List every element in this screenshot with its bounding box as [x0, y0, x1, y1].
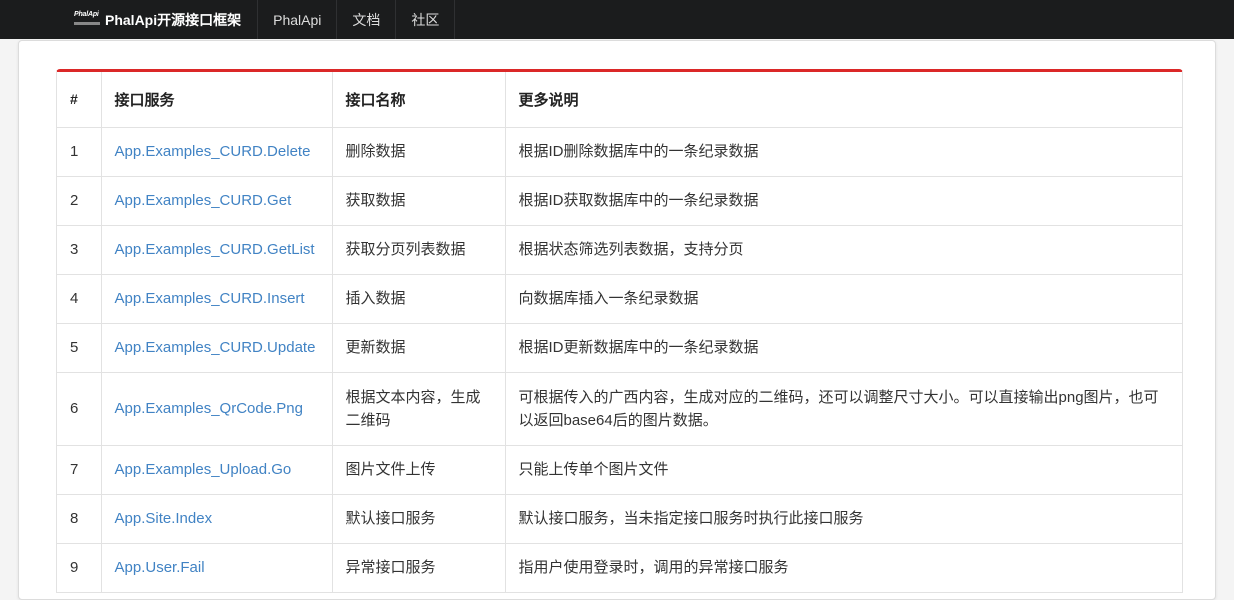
- table-row: 7 App.Examples_Upload.Go 图片文件上传 只能上传单个图片…: [57, 445, 1182, 495]
- api-name: 更新数据: [332, 323, 506, 373]
- api-description: 根据ID删除数据库中的一条纪录数据: [505, 127, 1182, 177]
- table-row: 6 App.Examples_QrCode.Png 根据文本内容，生成二维码 可…: [57, 372, 1182, 446]
- header-number: #: [57, 72, 102, 128]
- row-number: 9: [57, 543, 102, 593]
- brand-title: PhalApi开源接口框架: [105, 11, 242, 28]
- api-name: 根据文本内容，生成二维码: [332, 372, 506, 446]
- row-number: 7: [57, 445, 102, 495]
- service-link[interactable]: App.Examples_CURD.Get: [115, 192, 292, 209]
- api-name: 获取数据: [332, 176, 506, 226]
- api-description: 根据ID获取数据库中的一条纪录数据: [505, 176, 1182, 226]
- nav-item-docs[interactable]: 文档: [337, 0, 397, 39]
- row-number: 3: [57, 225, 102, 275]
- api-name: 图片文件上传: [332, 445, 506, 495]
- nav-item-community[interactable]: 社区: [396, 0, 456, 39]
- table-row: 5 App.Examples_CURD.Update 更新数据 根据ID更新数据…: [57, 323, 1182, 373]
- row-number: 2: [57, 176, 102, 226]
- header-service: 接口服务: [101, 72, 333, 128]
- table-row: 8 App.Site.Index 默认接口服务 默认接口服务，当未指定接口服务时…: [57, 494, 1182, 544]
- api-name: 插入数据: [332, 274, 506, 324]
- row-number: 5: [57, 323, 102, 373]
- content-card: # 接口服务 接口名称 更多说明 1 App.Examples_CURD.Del…: [18, 40, 1216, 600]
- api-description: 可根据传入的广西内容，生成对应的二维码，还可以调整尺寸大小。可以直接输出png图…: [505, 372, 1182, 446]
- api-name: 异常接口服务: [332, 543, 506, 593]
- service-link[interactable]: App.Examples_CURD.Delete: [115, 143, 311, 160]
- header-description: 更多说明: [505, 72, 1182, 128]
- brand-link[interactable]: PhalApi PhalApi开源接口框架: [0, 0, 259, 39]
- phalapi-logo-icon: PhalApi: [74, 11, 102, 29]
- service-link[interactable]: App.Examples_QrCode.Png: [115, 400, 303, 417]
- api-name: 删除数据: [332, 127, 506, 177]
- api-description: 根据状态筛选列表数据，支持分页: [505, 225, 1182, 275]
- api-name: 默认接口服务: [332, 494, 506, 544]
- table-row: 2 App.Examples_CURD.Get 获取数据 根据ID获取数据库中的…: [57, 176, 1182, 226]
- api-description: 默认接口服务，当未指定接口服务时执行此接口服务: [505, 494, 1182, 544]
- row-number: 4: [57, 274, 102, 324]
- api-description: 指用户使用登录时，调用的异常接口服务: [505, 543, 1182, 593]
- row-number: 1: [57, 127, 102, 177]
- service-link[interactable]: App.Examples_CURD.GetList: [115, 241, 315, 258]
- api-description: 只能上传单个图片文件: [505, 445, 1182, 495]
- row-number: 8: [57, 494, 102, 544]
- api-name: 获取分页列表数据: [332, 225, 506, 275]
- api-list-table: # 接口服务 接口名称 更多说明 1 App.Examples_CURD.Del…: [57, 72, 1182, 593]
- service-link[interactable]: App.Examples_Upload.Go: [115, 461, 292, 478]
- row-number: 6: [57, 372, 102, 446]
- table-row: 3 App.Examples_CURD.GetList 获取分页列表数据 根据状…: [57, 225, 1182, 275]
- api-description: 根据ID更新数据库中的一条纪录数据: [505, 323, 1182, 373]
- table-row: 1 App.Examples_CURD.Delete 删除数据 根据ID删除数据…: [57, 127, 1182, 177]
- service-link[interactable]: App.Examples_CURD.Insert: [115, 290, 305, 307]
- api-description: 向数据库插入一条纪录数据: [505, 274, 1182, 324]
- service-link[interactable]: App.Examples_CURD.Update: [115, 339, 316, 356]
- nav-item-phalapi[interactable]: PhalApi: [258, 0, 338, 39]
- table-row: 4 App.Examples_CURD.Insert 插入数据 向数据库插入一条…: [57, 274, 1182, 324]
- logo-text: PhalApi: [74, 10, 99, 18]
- service-link[interactable]: App.Site.Index: [115, 510, 213, 527]
- api-table-container: # 接口服务 接口名称 更多说明 1 App.Examples_CURD.Del…: [56, 69, 1183, 593]
- service-link[interactable]: App.User.Fail: [115, 559, 205, 576]
- table-row: 9 App.User.Fail 异常接口服务 指用户使用登录时，调用的异常接口服…: [57, 543, 1182, 593]
- top-navbar: PhalApi PhalApi开源接口框架 PhalApi 文档 社区: [0, 0, 1234, 39]
- header-name: 接口名称: [332, 72, 506, 128]
